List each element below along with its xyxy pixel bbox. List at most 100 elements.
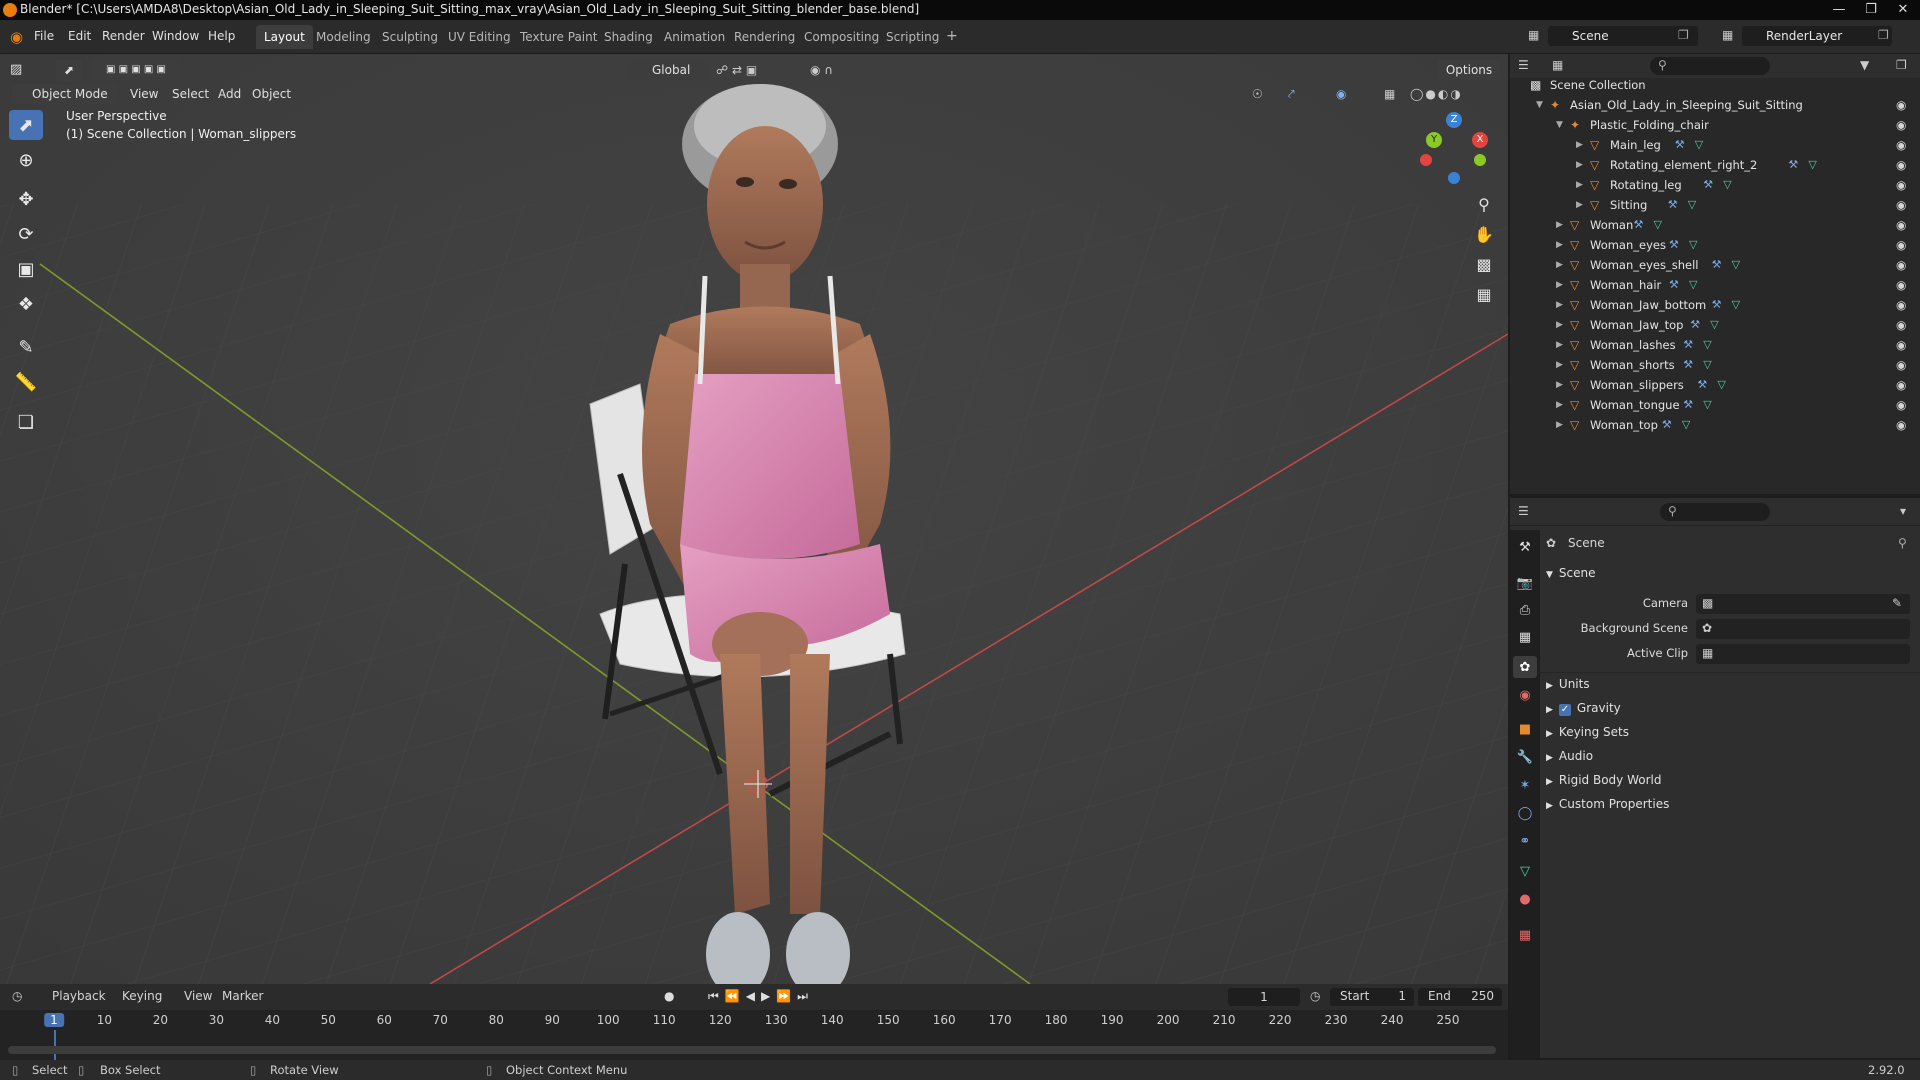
- visibility-eye-icon[interactable]: ◉: [1896, 98, 1906, 112]
- timeline-menu-marker[interactable]: Marker: [222, 989, 263, 1003]
- add-workspace-icon[interactable]: +: [946, 28, 958, 44]
- outliner-editor-icon[interactable]: ☰: [1518, 58, 1529, 72]
- mesh-data-icon[interactable]: ▽: [1703, 355, 1711, 375]
- mesh-data-icon[interactable]: ▽: [1682, 415, 1690, 435]
- outliner-item-woman-slippers[interactable]: ▶ ▽ Woman_slippers ⚒ ▽: [0, 375, 1726, 395]
- gravity-panel[interactable]: ▶ ✓ Gravity: [1546, 701, 1621, 716]
- eyedropper-icon[interactable]: ✎: [1892, 596, 1902, 610]
- visibility-eye-icon[interactable]: ◉: [1896, 338, 1906, 352]
- close-button[interactable]: ✕: [1888, 0, 1918, 20]
- modifier-wrench-icon[interactable]: ⚒: [1712, 295, 1722, 315]
- scene-name-field[interactable]: Scene: [1548, 26, 1698, 46]
- mesh-data-icon[interactable]: ▽: [1710, 315, 1718, 335]
- mesh-data-icon[interactable]: ▽: [1732, 255, 1740, 275]
- visibility-eye-icon[interactable]: ◉: [1896, 218, 1906, 232]
- modifier-wrench-icon[interactable]: ⚒: [1683, 335, 1693, 355]
- gravity-checkbox[interactable]: ✓: [1558, 704, 1571, 716]
- xray-toggle-icon[interactable]: ▦: [1384, 84, 1395, 104]
- outliner-item-woman-jaw-bottom[interactable]: ▶ ▽ Woman_Jaw_bottom ⚒ ▽: [0, 295, 1740, 315]
- chevron-down-icon[interactable]: ▾: [1900, 504, 1906, 518]
- view-layer-field[interactable]: RenderLayer: [1742, 26, 1892, 46]
- outliner-item-woman-tongue[interactable]: ▶ ▽ Woman_tongue ⚒ ▽: [0, 395, 1712, 415]
- gizmo-neg-z[interactable]: [1448, 172, 1460, 184]
- visibility-eye-icon[interactable]: ◉: [1896, 118, 1906, 132]
- rigid-body-world-panel[interactable]: ▶ Rigid Body World: [1546, 773, 1661, 787]
- mesh-data-icon[interactable]: ▽: [1688, 195, 1696, 215]
- menu-file[interactable]: File: [34, 29, 54, 43]
- modifier-wrench-icon[interactable]: ⚒: [1668, 195, 1678, 215]
- scene-browse-icon[interactable]: ▦: [1528, 28, 1539, 42]
- tab-animation[interactable]: Animation: [656, 25, 733, 49]
- tab-scripting[interactable]: Scripting: [878, 25, 947, 49]
- transform-orientation-dropdown[interactable]: Global: [630, 60, 706, 80]
- properties-editor-icon[interactable]: ☰: [1518, 504, 1529, 518]
- tab-rendering[interactable]: Rendering: [726, 25, 803, 49]
- modifier-wrench-icon[interactable]: ⚒: [1683, 395, 1693, 415]
- camera-field[interactable]: [1696, 594, 1910, 614]
- gizmo-y[interactable]: Y: [1426, 132, 1442, 148]
- material-tab-icon[interactable]: ●: [1513, 888, 1537, 910]
- pivot-point-icon[interactable]: ☍ ⇄ ▣: [716, 60, 757, 80]
- new-view-layer-icon[interactable]: ❐: [1878, 28, 1889, 42]
- mesh-data-icon[interactable]: ▽: [1689, 275, 1697, 295]
- scene-tab-icon[interactable]: ✿: [1513, 656, 1537, 678]
- mesh-data-icon[interactable]: ▽: [1654, 215, 1662, 235]
- outliner-item-rotating-leg[interactable]: ▶ ▽ Rotating_leg ⚒ ▽: [0, 175, 1732, 195]
- mesh-data-icon[interactable]: ▽: [1689, 235, 1697, 255]
- new-scene-icon[interactable]: ❐: [1678, 28, 1689, 42]
- visibility-eye-icon[interactable]: ◉: [1896, 198, 1906, 212]
- menu-window[interactable]: Window: [152, 29, 199, 43]
- outliner-scene-collection[interactable]: ▩ Scene Collection: [0, 75, 1646, 95]
- menu-help[interactable]: Help: [208, 29, 235, 43]
- modifier-wrench-icon[interactable]: ⚒: [1662, 415, 1672, 435]
- pan-hand-icon[interactable]: ✋: [1470, 220, 1498, 248]
- outliner-item-chair[interactable]: ▼ ✦ Plastic_Folding_chair: [0, 115, 1709, 135]
- outliner-item-woman-lashes[interactable]: ▶ ▽ Woman_lashes ⚒ ▽: [0, 335, 1712, 355]
- modifier-wrench-icon[interactable]: ⚒: [1683, 355, 1693, 375]
- modifier-wrench-icon[interactable]: ⚒: [1690, 315, 1700, 335]
- start-frame-field[interactable]: Start 1: [1330, 988, 1414, 1006]
- modifier-wrench-icon[interactable]: ⚒: [1697, 375, 1707, 395]
- mesh-data-icon[interactable]: ▽: [1723, 175, 1731, 195]
- visibility-eye-icon[interactable]: ◉: [1896, 318, 1906, 332]
- visibility-eye-icon[interactable]: ◉: [1896, 358, 1906, 372]
- record-icon[interactable]: ●: [664, 989, 674, 1003]
- timeline-menu-view[interactable]: View: [184, 989, 212, 1003]
- outliner-display-mode-icon[interactable]: ▦: [1552, 58, 1563, 72]
- modifier-wrench-icon[interactable]: ⚒: [1788, 155, 1798, 175]
- options-dropdown[interactable]: Options: [1438, 60, 1500, 80]
- audio-panel[interactable]: ▶ Audio: [1546, 749, 1593, 763]
- current-frame-field[interactable]: 1: [1228, 988, 1300, 1006]
- timeline-editor-icon[interactable]: ◷: [12, 989, 22, 1003]
- new-collection-icon[interactable]: ❐: [1896, 58, 1907, 72]
- units-panel[interactable]: ▶ Units: [1546, 677, 1590, 691]
- gizmo-neg-y[interactable]: [1474, 154, 1486, 166]
- render-tab-icon[interactable]: 📷: [1513, 572, 1537, 594]
- active-clip-field[interactable]: [1696, 644, 1910, 664]
- modifier-wrench-icon[interactable]: ⚒: [1669, 275, 1679, 295]
- modifier-wrench-icon[interactable]: ⚒: [1675, 135, 1685, 155]
- tab-uv-editing[interactable]: UV Editing: [440, 25, 519, 49]
- filter-icon[interactable]: ▼: [1860, 58, 1869, 72]
- proportional-edit-icon[interactable]: ◉ ∩: [810, 60, 833, 80]
- outliner-item-rotating-element-right-2[interactable]: ▶ ▽ Rotating_element_right_2 ⚒ ▽: [0, 155, 1817, 175]
- mesh-data-icon[interactable]: ▽: [1695, 135, 1703, 155]
- output-tab-icon[interactable]: ⎙: [1513, 599, 1537, 621]
- outliner-item-woman[interactable]: ▶ ▽ Woman ⚒ ▽: [0, 215, 1662, 235]
- visibility-eye-icon[interactable]: ◉: [1896, 138, 1906, 152]
- shading-modes-icon[interactable]: ◯●◐◑: [1410, 84, 1463, 104]
- outliner-item-main-leg[interactable]: ▶ ▽ Main_leg ⚒ ▽: [0, 135, 1703, 155]
- end-frame-field[interactable]: End 250: [1418, 988, 1502, 1006]
- modifier-wrench-icon[interactable]: ⚒: [1712, 255, 1722, 275]
- modifier-wrench-icon[interactable]: ⚒: [1669, 235, 1679, 255]
- modifier-wrench-icon[interactable]: ⚒: [1703, 175, 1713, 195]
- keying-sets-panel[interactable]: ▶ Keying Sets: [1546, 725, 1629, 739]
- view-layer-tab-icon[interactable]: ▦: [1513, 626, 1537, 648]
- physics-tab-icon[interactable]: ◯: [1513, 802, 1537, 824]
- visibility-eye-icon[interactable]: ◉: [1896, 238, 1906, 252]
- outliner-item-woman-jaw-top[interactable]: ▶ ▽ Woman_Jaw_top ⚒ ▽: [0, 315, 1719, 335]
- minimize-button[interactable]: —: [1824, 0, 1854, 20]
- overlays-toggle-icon[interactable]: ◉: [1336, 84, 1346, 104]
- modifier-tab-icon[interactable]: 🔧: [1513, 746, 1537, 768]
- visibility-icon[interactable]: ☉: [1252, 84, 1263, 104]
